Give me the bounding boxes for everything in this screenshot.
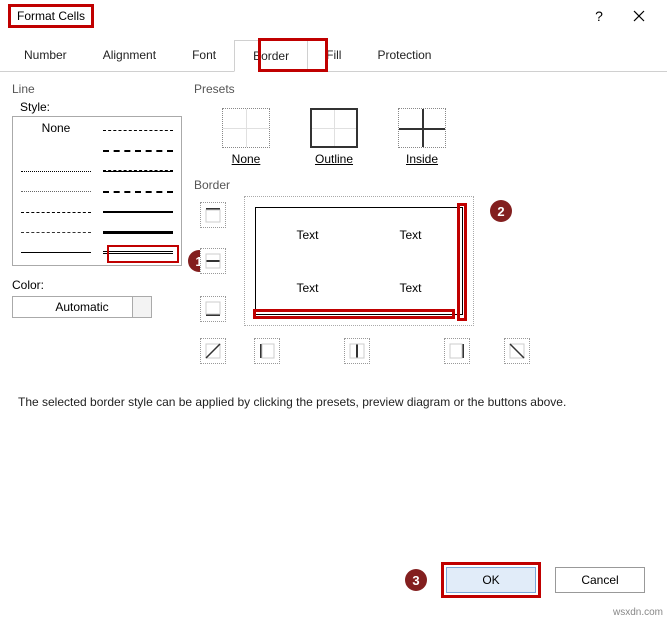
selected-line-style — [107, 245, 179, 263]
border-group-label: Border — [194, 178, 655, 192]
line-style-list[interactable]: None — [12, 116, 182, 266]
preview-cell: Text — [256, 261, 359, 314]
border-middle-v-button[interactable] — [344, 338, 370, 364]
style-label: Style: — [20, 100, 182, 114]
tab-font[interactable]: Font — [174, 40, 234, 71]
border-right-button[interactable] — [444, 338, 470, 364]
color-label: Color: — [12, 278, 182, 292]
badge-2: 2 — [490, 200, 512, 222]
tab-protection[interactable]: Protection — [359, 40, 449, 71]
preview-cell: Text — [359, 208, 462, 261]
ok-button[interactable]: OK — [446, 567, 536, 593]
preset-inside-icon — [398, 108, 446, 148]
hint-text: The selected border style can be applied… — [18, 395, 649, 409]
help-button[interactable]: ? — [579, 0, 619, 32]
color-value: Automatic — [55, 300, 108, 314]
preset-outline-icon — [310, 108, 358, 148]
border-top-button[interactable] — [200, 202, 226, 228]
highlight-ok: OK — [441, 562, 541, 598]
border-diag-down-button[interactable] — [504, 338, 530, 364]
preset-none-label: None — [232, 152, 261, 166]
close-icon — [633, 10, 645, 22]
preset-inside[interactable]: Inside — [392, 108, 452, 166]
highlight-preview-bottom — [253, 309, 455, 319]
border-left-button[interactable] — [254, 338, 280, 364]
dialog-title: Format Cells — [8, 4, 94, 28]
line-style-none[interactable]: None — [15, 119, 97, 141]
watermark: wsxdn.com — [613, 607, 663, 618]
border-bottom-button[interactable] — [200, 296, 226, 322]
border-preview[interactable]: Text Text Text Text — [244, 196, 474, 326]
tab-alignment[interactable]: Alignment — [85, 40, 174, 71]
border-middle-h-button[interactable] — [200, 248, 226, 274]
chevron-down-icon: ▾ — [141, 300, 147, 314]
color-dropdown[interactable]: Automatic ▾ — [12, 296, 152, 318]
close-button[interactable] — [619, 0, 659, 32]
tab-number[interactable]: Number — [6, 40, 85, 71]
preview-cell: Text — [256, 208, 359, 261]
preset-outline-label: Outline — [315, 152, 353, 166]
highlight-tab — [258, 38, 328, 72]
preset-none-icon — [222, 108, 270, 148]
preset-none[interactable]: None — [216, 108, 276, 166]
cancel-button[interactable]: Cancel — [555, 567, 645, 593]
highlight-preview-right — [457, 203, 467, 321]
border-diag-up-button[interactable] — [200, 338, 226, 364]
line-group-label: Line — [12, 82, 182, 96]
preset-inside-label: Inside — [406, 152, 438, 166]
preview-cell: Text — [359, 261, 462, 314]
presets-group-label: Presets — [194, 82, 655, 96]
tab-bar: Number Alignment Font Border Fill Protec… — [0, 40, 667, 72]
titlebar: Format Cells ? — [0, 0, 667, 32]
preset-outline[interactable]: Outline — [304, 108, 364, 166]
badge-3: 3 — [405, 569, 427, 591]
